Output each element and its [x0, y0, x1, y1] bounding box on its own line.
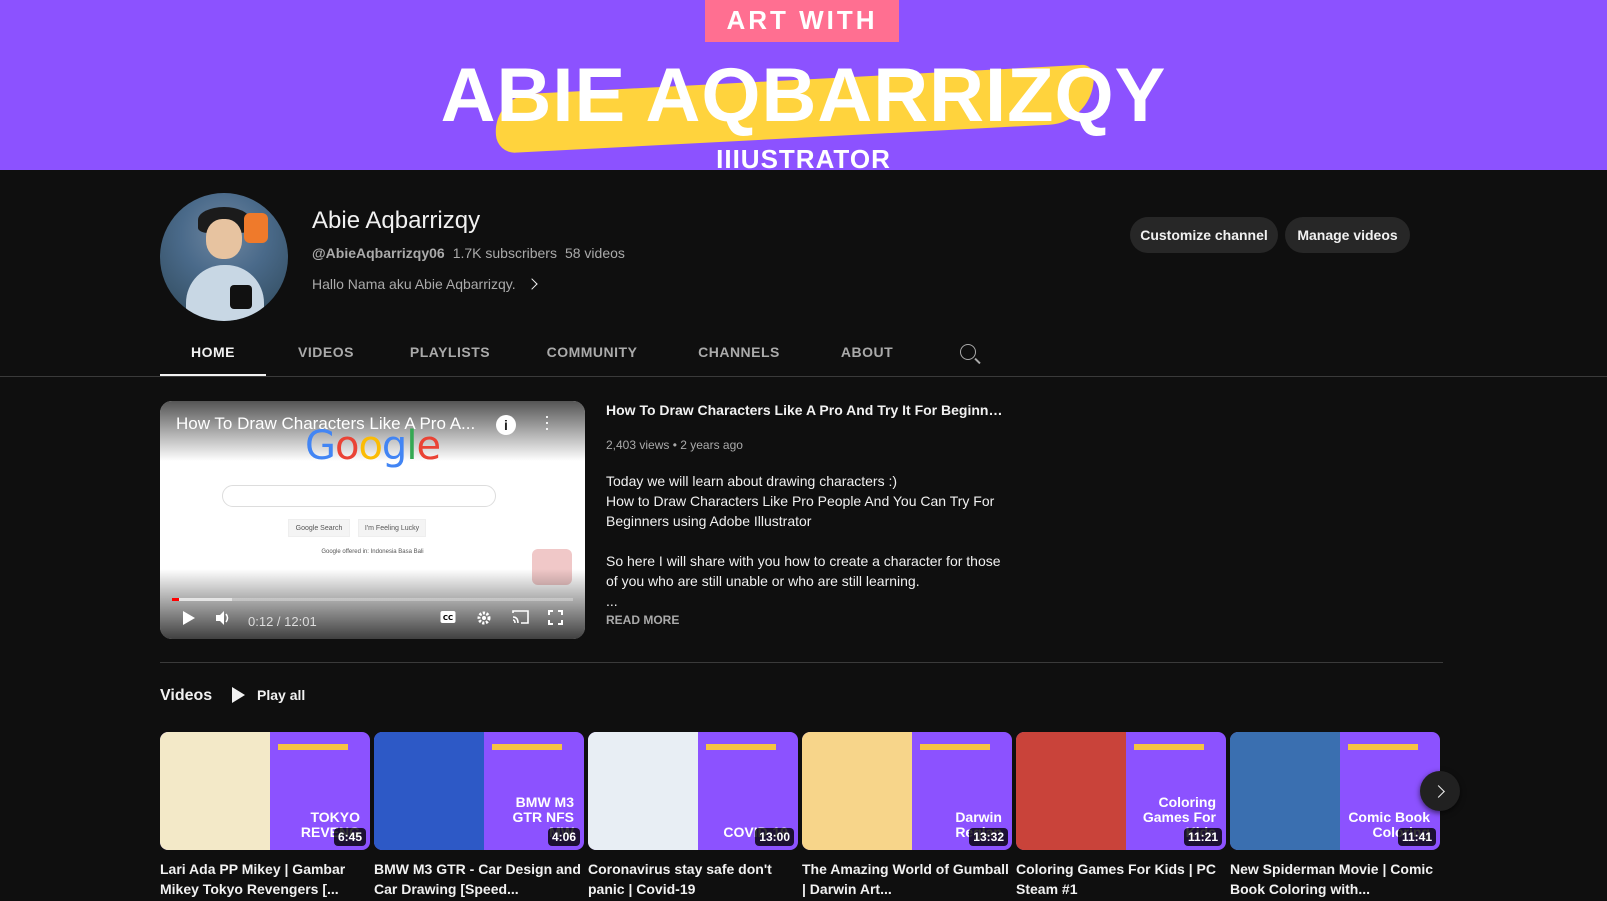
banner-subtitle: IIIUSTRATOR	[716, 144, 891, 170]
video-thumbnail[interactable]: COVID-1913:00	[588, 732, 798, 850]
channel-avatar[interactable]	[160, 193, 288, 321]
thumbnail-tag	[1134, 744, 1204, 750]
channel-description-link[interactable]: Hallo Nama aku Abie Aqbarrizqy.	[312, 276, 538, 292]
player-title[interactable]: How To Draw Characters Like A Pro A...	[176, 414, 488, 434]
description-line	[606, 531, 1006, 551]
video-count: 58 videos	[564, 245, 625, 261]
tab-home[interactable]: HOME	[160, 327, 266, 377]
video-title[interactable]: New Spiderman Movie | Comic Book Colorin…	[1230, 859, 1440, 899]
video-title[interactable]: Lari Ada PP Mikey | Gambar Mikey Tokyo R…	[160, 859, 370, 899]
settings-gear-icon[interactable]	[476, 610, 492, 626]
video-title[interactable]: Coronavirus stay safe don't panic | Covi…	[588, 859, 798, 899]
channel-description: Hallo Nama aku Abie Aqbarrizqy.	[312, 276, 516, 292]
tab-about[interactable]: ABOUT	[808, 327, 926, 377]
channel-header: Abie Aqbarrizqy @AbieAqbarrizqy06 1.7K su…	[160, 193, 1450, 323]
volume-icon[interactable]	[215, 610, 231, 626]
chevron-right-icon	[1432, 784, 1445, 798]
video-card[interactable]: Coloring Games For Kids11:21 Coloring Gam…	[1016, 732, 1226, 899]
banner-tag: ART WITH	[705, 0, 899, 42]
video-duration: 13:32	[969, 828, 1008, 846]
tab-videos[interactable]: VIDEOS	[266, 327, 386, 377]
channel-handle: @AbieAqbarrizqy06	[312, 245, 445, 261]
info-icon[interactable]: i	[496, 415, 516, 435]
video-card[interactable]: BMW M3 GTR NFS MW4:06 BMW M3 GTR - Car De…	[374, 732, 584, 899]
description-line: Today we will learn about drawing charac…	[606, 473, 898, 489]
video-duration: 11:41	[1397, 828, 1436, 846]
thumbnail-artwork	[374, 732, 484, 850]
thumbnail-artwork	[160, 732, 270, 850]
thumbnail-artwork	[588, 732, 698, 850]
video-card[interactable]: COVID-1913:00 Coronavirus stay safe don't…	[588, 732, 798, 899]
customize-channel-button[interactable]: Customize channel	[1130, 217, 1278, 253]
video-card[interactable]: Darwin Reglan13:32 The Amazing World of G…	[802, 732, 1012, 899]
play-icon	[232, 687, 245, 703]
featured-video-meta: 2,403 views • 2 years ago	[606, 438, 743, 452]
video-thumbnail[interactable]: Coloring Games For Kids11:21	[1016, 732, 1226, 850]
thumbnail-tag	[278, 744, 348, 750]
featured-video-title[interactable]: How To Draw Characters Like A Pro And Tr…	[606, 402, 1006, 418]
tab-search[interactable]	[926, 327, 1010, 377]
play-icon[interactable]	[182, 610, 196, 626]
channel-tabs: HOME VIDEOS PLAYLISTS COMMUNITY CHANNELS…	[160, 327, 1010, 377]
channel-banner: ART WITH ABIE AQBARRIZQY IIIUSTRATOR	[0, 0, 1607, 170]
tabs-divider	[0, 376, 1607, 377]
featured-video-player[interactable]: Google Google Search I'm Feeling Lucky G…	[160, 401, 585, 639]
section-divider	[160, 662, 1443, 663]
channel-meta: @AbieAqbarrizqy06 1.7K subscribers 58 vide…	[312, 245, 625, 261]
video-thumbnail[interactable]: Darwin Reglan13:32	[802, 732, 1012, 850]
play-all-button[interactable]: Play all	[232, 687, 305, 703]
video-duration: 11:21	[1183, 828, 1222, 846]
thumbnail-tag	[706, 744, 776, 750]
video-title[interactable]: Coloring Games For Kids | PC Steam #1	[1016, 859, 1226, 899]
description-line: So here I will share with you how to cre…	[606, 553, 1001, 589]
progress-bar[interactable]	[172, 598, 573, 601]
shelf-next-button[interactable]	[1420, 771, 1460, 811]
search-icon	[960, 344, 976, 360]
progress-loaded	[172, 598, 233, 601]
video-title[interactable]: The Amazing World of Gumball | Darwin Ar…	[802, 859, 1012, 899]
captions-icon[interactable]: CC	[440, 610, 456, 624]
more-vert-icon[interactable]: · · ·	[544, 407, 550, 437]
tab-playlists[interactable]: PLAYLISTS	[386, 327, 514, 377]
thumbnail-artwork	[802, 732, 912, 850]
video-thumbnail[interactable]: Comic Book Coloring11:41	[1230, 732, 1440, 850]
subscriber-count: 1.7K subscribers	[452, 245, 557, 261]
chevron-right-icon	[525, 278, 538, 290]
description-line: ...	[606, 593, 618, 609]
svg-text:CC: CC	[443, 614, 453, 622]
progress-played	[172, 598, 179, 601]
video-thumbnail[interactable]: TOKYO REVENG 6:45	[160, 732, 370, 850]
thumbnail-artwork	[1230, 732, 1340, 850]
video-duration: 6:45	[333, 828, 366, 846]
google-search-button: Google Search	[288, 519, 350, 537]
fullscreen-icon[interactable]	[548, 610, 563, 625]
thumbnail-tag	[1348, 744, 1418, 750]
video-card[interactable]: Comic Book Coloring11:41 New Spiderman Mo…	[1230, 732, 1440, 899]
video-title[interactable]: BMW M3 GTR - Car Design and Car Drawing …	[374, 859, 584, 899]
video-thumbnail[interactable]: BMW M3 GTR NFS MW4:06	[374, 732, 584, 850]
tab-channels[interactable]: CHANNELS	[670, 327, 808, 377]
description-line: How to Draw Characters Like Pro People A…	[606, 493, 995, 529]
play-all-label: Play all	[257, 687, 306, 703]
videos-section-title[interactable]: Videos	[160, 687, 212, 705]
google-search-bar	[222, 485, 496, 507]
video-duration: 4:06	[547, 828, 580, 846]
video-duration: 13:00	[755, 828, 794, 846]
read-more-link[interactable]: READ MORE	[606, 613, 679, 627]
manage-videos-button[interactable]: Manage videos	[1285, 217, 1410, 253]
tab-community[interactable]: COMMUNITY	[514, 327, 670, 377]
video-card[interactable]: TOKYO REVENG 6:45 Lari Ada PP Mikey | Gamb…	[160, 732, 370, 899]
banner-name: ABIE AQBARRIZQY	[440, 53, 1167, 138]
thumbnail-tag	[920, 744, 990, 750]
feeling-lucky-button: I'm Feeling Lucky	[358, 519, 426, 537]
thumbnail-artwork	[1016, 732, 1126, 850]
channel-name: Abie Aqbarrizqy	[312, 207, 481, 234]
cast-icon[interactable]	[512, 610, 529, 624]
google-offered-line: Google offered in: Indonesia Basa Bali	[321, 549, 424, 555]
featured-video-description: Today we will learn about drawing charac…	[606, 471, 1006, 611]
thumbnail-tag	[492, 744, 562, 750]
player-time: 0:12 / 12:01	[248, 614, 317, 629]
